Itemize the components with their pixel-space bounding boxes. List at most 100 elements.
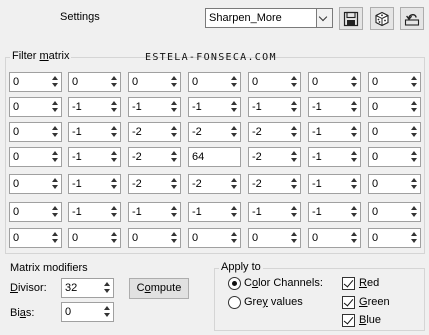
matrix-cell-r6-c7[interactable]: 0	[368, 202, 421, 222]
spin-down-icon[interactable]	[291, 108, 297, 112]
spin-down-icon[interactable]	[351, 185, 357, 189]
grey-values-label[interactable]: Grey values	[244, 296, 303, 308]
spin-down-icon[interactable]	[291, 133, 297, 137]
spin-up-icon[interactable]	[231, 232, 237, 236]
spin-down-icon[interactable]	[411, 213, 417, 217]
matrix-cell-r3-c3[interactable]: -2	[128, 122, 181, 142]
matrix-cell-r4-c5[interactable]: -2	[248, 147, 301, 167]
matrix-cell-r7-c2[interactable]: 0	[68, 228, 121, 248]
spin-up-icon[interactable]	[52, 151, 58, 155]
matrix-cell-r4-c7[interactable]: 0	[368, 147, 421, 167]
matrix-cell-r7-c7[interactable]: 0	[368, 228, 421, 248]
spin-down-icon[interactable]	[231, 185, 237, 189]
matrix-cell-r7-c3[interactable]: 0	[128, 228, 181, 248]
spin-up-icon[interactable]	[231, 126, 237, 130]
spin-down-icon[interactable]	[351, 133, 357, 137]
spin-down-icon[interactable]	[52, 83, 58, 87]
matrix-cell-r4-c4[interactable]: 64	[188, 147, 241, 167]
matrix-cell-r4-c1[interactable]: 0	[9, 147, 62, 167]
spin-up-icon[interactable]	[411, 126, 417, 130]
spin-down-icon[interactable]	[291, 83, 297, 87]
matrix-cell-r6-c4[interactable]: -1	[188, 202, 241, 222]
spin-up-icon[interactable]	[411, 178, 417, 182]
red-checkbox[interactable]	[342, 277, 355, 290]
spin-down-icon[interactable]	[52, 108, 58, 112]
spin-up-icon[interactable]	[111, 178, 117, 182]
spin-up-icon[interactable]	[52, 126, 58, 130]
spin-up-icon[interactable]	[231, 76, 237, 80]
spin-up-icon[interactable]	[104, 306, 110, 310]
spin-down-icon[interactable]	[111, 83, 117, 87]
matrix-cell-r5-c4[interactable]: -2	[188, 174, 241, 194]
spin-up-icon[interactable]	[231, 101, 237, 105]
spin-down-icon[interactable]	[291, 239, 297, 243]
spin-up-icon[interactable]	[291, 178, 297, 182]
blue-checkbox[interactable]	[342, 314, 355, 327]
spin-down-icon[interactable]	[52, 213, 58, 217]
spin-down-icon[interactable]	[171, 239, 177, 243]
green-label[interactable]: Green	[359, 296, 390, 308]
chevron-down-icon[interactable]	[316, 9, 332, 27]
spin-up-icon[interactable]	[411, 206, 417, 210]
spin-down-icon[interactable]	[111, 133, 117, 137]
spin-up-icon[interactable]	[171, 101, 177, 105]
spin-down-icon[interactable]	[411, 185, 417, 189]
spin-down-icon[interactable]	[52, 133, 58, 137]
spin-up-icon[interactable]	[411, 101, 417, 105]
spin-up-icon[interactable]	[351, 232, 357, 236]
save-preset-button[interactable]	[339, 7, 363, 30]
matrix-cell-r6-c1[interactable]: 0	[9, 202, 62, 222]
spin-up-icon[interactable]	[351, 101, 357, 105]
spin-up-icon[interactable]	[351, 76, 357, 80]
spin-up-icon[interactable]	[52, 178, 58, 182]
spin-up-icon[interactable]	[104, 282, 110, 286]
spin-up-icon[interactable]	[231, 206, 237, 210]
matrix-cell-r6-c3[interactable]: -1	[128, 202, 181, 222]
matrix-cell-r3-c4[interactable]: -2	[188, 122, 241, 142]
matrix-cell-r1-c6[interactable]: 0	[308, 72, 361, 92]
spin-up-icon[interactable]	[291, 101, 297, 105]
matrix-cell-r5-c2[interactable]: -1	[68, 174, 121, 194]
spin-down-icon[interactable]	[231, 83, 237, 87]
spin-up-icon[interactable]	[52, 101, 58, 105]
matrix-cell-r5-c7[interactable]: 0	[368, 174, 421, 194]
spin-up-icon[interactable]	[111, 232, 117, 236]
spin-down-icon[interactable]	[231, 213, 237, 217]
spin-down-icon[interactable]	[231, 133, 237, 137]
spin-down-icon[interactable]	[52, 185, 58, 189]
green-checkbox[interactable]	[342, 296, 355, 309]
spin-up-icon[interactable]	[111, 126, 117, 130]
matrix-cell-r7-c5[interactable]: 0	[248, 228, 301, 248]
matrix-cell-r1-c7[interactable]: 0	[368, 72, 421, 92]
matrix-cell-r2-c5[interactable]: -1	[248, 97, 301, 117]
spin-up-icon[interactable]	[351, 126, 357, 130]
spin-down-icon[interactable]	[411, 108, 417, 112]
spin-down-icon[interactable]	[411, 83, 417, 87]
spin-down-icon[interactable]	[171, 213, 177, 217]
spin-down-icon[interactable]	[52, 239, 58, 243]
matrix-cell-r6-c6[interactable]: -1	[308, 202, 361, 222]
matrix-cell-r3-c2[interactable]: -1	[68, 122, 121, 142]
spin-down-icon[interactable]	[291, 213, 297, 217]
spin-up-icon[interactable]	[351, 178, 357, 182]
spin-up-icon[interactable]	[171, 151, 177, 155]
matrix-cell-r2-c1[interactable]: 0	[9, 97, 62, 117]
spin-down-icon[interactable]	[351, 108, 357, 112]
spin-down-icon[interactable]	[111, 239, 117, 243]
spin-up-icon[interactable]	[171, 178, 177, 182]
spin-up-icon[interactable]	[111, 206, 117, 210]
randomize-button[interactable]	[370, 7, 394, 30]
matrix-cell-r1-c4[interactable]: 0	[188, 72, 241, 92]
spin-down-icon[interactable]	[411, 239, 417, 243]
matrix-cell-r5-c3[interactable]: -2	[128, 174, 181, 194]
spin-up-icon[interactable]	[231, 178, 237, 182]
spin-down-icon[interactable]	[291, 185, 297, 189]
spin-up-icon[interactable]	[351, 206, 357, 210]
matrix-cell-r1-c2[interactable]: 0	[68, 72, 121, 92]
matrix-cell-r5-c6[interactable]: -1	[308, 174, 361, 194]
matrix-cell-r7-c1[interactable]: 0	[9, 228, 62, 248]
matrix-cell-r4-c3[interactable]: -2	[128, 147, 181, 167]
spin-down-icon[interactable]	[171, 158, 177, 162]
matrix-cell-r4-c2[interactable]: -1	[68, 147, 121, 167]
spin-down-icon[interactable]	[411, 133, 417, 137]
